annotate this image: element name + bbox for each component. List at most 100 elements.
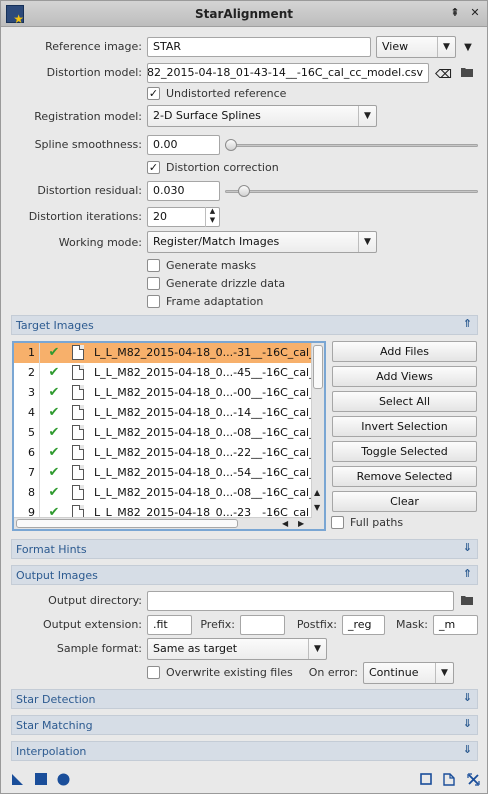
select-all-button[interactable]: Select All	[332, 391, 477, 412]
enabled-check-icon[interactable]: ✔	[44, 345, 64, 361]
section-title: Interpolation	[16, 745, 87, 758]
star-detection-section-header[interactable]: Star Detection ⇓	[11, 689, 478, 709]
slider-knob[interactable]	[225, 139, 237, 151]
table-row[interactable]: 4 ✔ L_L_M82_2015-04-18_0...-14__-16C_cal_c	[14, 403, 314, 423]
generate-masks-checkbox[interactable]: Generate masks	[147, 258, 347, 274]
distortion-model-field[interactable]: /M82_2015-04-18_01-43-14__-16C_cal_cc_mo…	[147, 63, 429, 83]
collapse-icon[interactable]: ⇞	[448, 6, 462, 20]
slider-knob[interactable]	[238, 185, 250, 197]
enabled-check-icon[interactable]: ✔	[44, 445, 64, 461]
working-mode-select[interactable]: Register/Match Images ▼	[147, 231, 377, 253]
output-directory-field[interactable]	[147, 591, 454, 611]
prefix-field[interactable]	[240, 615, 285, 635]
enabled-check-icon[interactable]: ✔	[44, 425, 64, 441]
output-images-section-header[interactable]: Output Images ⇑	[11, 565, 478, 585]
add-views-button[interactable]: Add Views	[332, 366, 477, 387]
on-error-label: On error:	[308, 666, 358, 679]
spin-up-icon[interactable]: ▲	[206, 207, 219, 216]
scroll-up-icon[interactable]: ▲	[314, 488, 320, 497]
iterations-spin-buttons[interactable]: ▲ ▼	[205, 207, 219, 227]
enabled-check-icon[interactable]: ✔	[44, 465, 64, 481]
file-name: L_L_M82_2015-04-18_0...-14__-16C_cal_c	[94, 406, 314, 419]
preview-icon[interactable]	[419, 773, 433, 787]
clear-field-icon[interactable]: ⌫	[435, 67, 452, 81]
row-index: 2	[14, 363, 40, 383]
apply-icon[interactable]	[56, 773, 70, 787]
spin-down-icon[interactable]: ▼	[206, 216, 219, 225]
distortion-correction-checkbox[interactable]: ✓ Distortion correction	[147, 160, 347, 176]
full-paths-checkbox[interactable]: Full paths	[331, 515, 471, 531]
frame-adaptation-checkbox[interactable]: Frame adaptation	[147, 294, 347, 310]
distortion-residual-slider[interactable]	[225, 184, 478, 198]
scroll-down-icon[interactable]: ▼	[314, 503, 320, 512]
spline-smoothness-slider[interactable]	[225, 138, 478, 152]
add-files-button[interactable]: Add Files	[332, 341, 477, 362]
toggle-selected-button[interactable]: Toggle Selected	[332, 441, 477, 462]
folder-icon[interactable]	[460, 67, 474, 81]
collapse-section-icon[interactable]: ⇑	[463, 567, 472, 580]
folder-icon[interactable]	[460, 595, 474, 609]
scrollbar-thumb[interactable]	[313, 345, 323, 389]
reference-view-select[interactable]: View ▼	[376, 36, 456, 58]
distortion-correction-label: Distortion correction	[166, 161, 279, 174]
registration-model-select[interactable]: 2-D Surface Splines ▼	[147, 105, 377, 127]
expand-section-icon[interactable]: ⇓	[463, 743, 472, 756]
clear-button[interactable]: Clear	[332, 491, 477, 512]
new-instance-icon[interactable]	[10, 773, 24, 787]
scroll-left-icon[interactable]: ◀	[282, 519, 288, 528]
scroll-right-icon[interactable]: ▶	[298, 519, 304, 528]
checkbox-box	[331, 516, 344, 529]
checkbox-box	[147, 666, 160, 679]
undistorted-reference-checkbox[interactable]: ✓ Undistorted reference	[147, 86, 347, 102]
table-row[interactable]: 5 ✔ L_L_M82_2015-04-18_0...-08__-16C_cal_c	[14, 423, 314, 443]
table-row[interactable]: 2 ✔ L_L_M82_2015-04-18_0...-45__-16C_cal_c	[14, 363, 314, 383]
table-row[interactable]: 6 ✔ L_L_M82_2015-04-18_0...-22__-16C_cal_c	[14, 443, 314, 463]
table-row[interactable]: 1 ✔ L_L_M82_2015-04-18_0...-31__-16C_cal_c	[14, 343, 314, 363]
table-row[interactable]: 3 ✔ L_L_M82_2015-04-18_0...-00__-16C_cal_c	[14, 383, 314, 403]
row-index: 4	[14, 403, 40, 423]
collapse-section-icon[interactable]: ⇑	[463, 317, 472, 330]
apply-global-icon[interactable]	[34, 773, 48, 787]
spline-smoothness-field[interactable]: 0.00	[147, 135, 220, 155]
reset-icon[interactable]	[466, 773, 480, 787]
document-icon[interactable]	[442, 773, 456, 787]
mask-field[interactable]: _m	[433, 615, 478, 635]
expand-section-icon[interactable]: ⇓	[463, 691, 472, 704]
expand-section-icon[interactable]: ⇓	[463, 541, 472, 554]
dropdown-menu-icon[interactable]: ▼	[461, 41, 475, 55]
horizontal-scrollbar[interactable]: ◀ ▶	[14, 517, 312, 529]
close-icon[interactable]: ✕	[468, 6, 482, 20]
expand-section-icon[interactable]: ⇓	[463, 717, 472, 730]
vertical-scrollbar[interactable]: ▲ ▼	[311, 343, 324, 529]
enabled-check-icon[interactable]: ✔	[44, 405, 64, 421]
file-icon	[72, 465, 84, 480]
generate-drizzle-checkbox[interactable]: Generate drizzle data	[147, 276, 347, 292]
output-extension-field[interactable]: .fit	[147, 615, 192, 635]
chevron-down-icon: ▼	[358, 232, 376, 252]
invert-selection-button[interactable]: Invert Selection	[332, 416, 477, 437]
interpolation-section-header[interactable]: Interpolation ⇓	[11, 741, 478, 761]
table-row[interactable]: 7 ✔ L_L_M82_2015-04-18_0...-54__-16C_cal_c	[14, 463, 314, 483]
star-alignment-window: ★ StarAlignment ⇞ ✕ Reference image: STA…	[0, 0, 488, 794]
sample-format-select[interactable]: Same as target ▼	[147, 638, 327, 660]
section-title: Star Detection	[16, 693, 96, 706]
reference-image-field[interactable]: STAR	[147, 37, 371, 57]
distortion-residual-field[interactable]: 0.030	[147, 181, 220, 201]
check-icon: ✓	[147, 161, 160, 174]
enabled-check-icon[interactable]: ✔	[44, 485, 64, 501]
registration-model-value: 2-D Surface Splines	[153, 109, 261, 122]
format-hints-section-header[interactable]: Format Hints ⇓	[11, 539, 478, 559]
enabled-check-icon[interactable]: ✔	[44, 385, 64, 401]
overwrite-existing-checkbox[interactable]: Overwrite existing files	[147, 665, 302, 681]
file-icon	[72, 485, 84, 500]
row-index: 5	[14, 423, 40, 443]
star-matching-section-header[interactable]: Star Matching ⇓	[11, 715, 478, 735]
enabled-check-icon[interactable]: ✔	[44, 365, 64, 381]
remove-selected-button[interactable]: Remove Selected	[332, 466, 477, 487]
postfix-field[interactable]: _reg	[342, 615, 385, 635]
target-images-section-header[interactable]: Target Images ⇑	[11, 315, 478, 335]
target-images-list[interactable]: 1 ✔ L_L_M82_2015-04-18_0...-31__-16C_cal_c…	[12, 341, 326, 531]
table-row[interactable]: 8 ✔ L_L_M82_2015-04-18_0...-08__-16C_cal_c	[14, 483, 314, 503]
on-error-select[interactable]: Continue ▼	[363, 662, 454, 684]
scrollbar-thumb[interactable]	[16, 519, 238, 528]
